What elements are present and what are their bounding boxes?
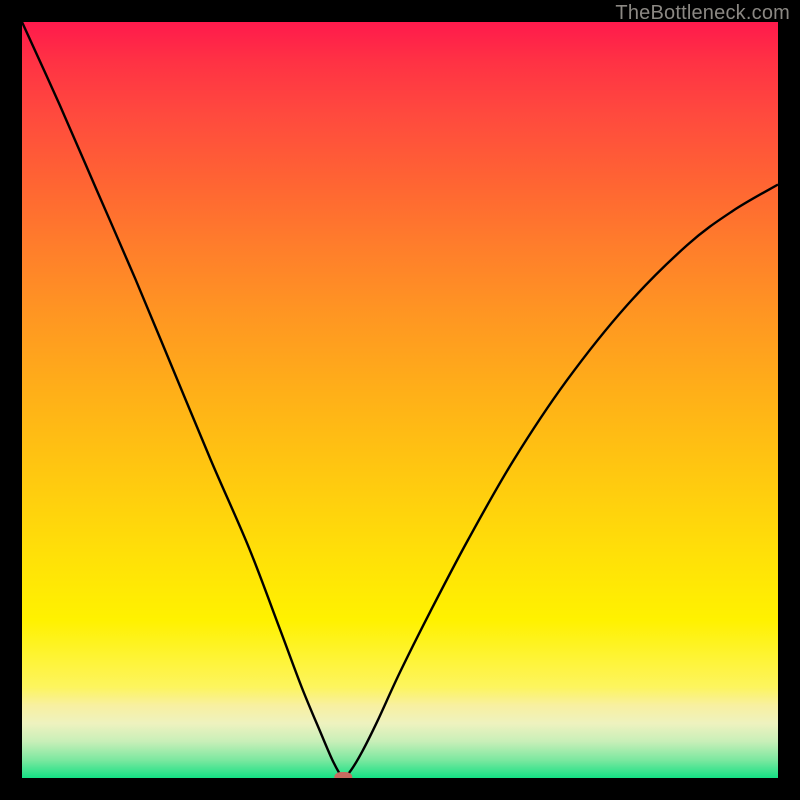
plot-area: [22, 22, 778, 778]
watermark-text: TheBottleneck.com: [615, 2, 790, 25]
curve-path: [22, 22, 778, 778]
chart-frame: TheBottleneck.com: [0, 0, 800, 800]
bottleneck-curve: [22, 22, 778, 778]
